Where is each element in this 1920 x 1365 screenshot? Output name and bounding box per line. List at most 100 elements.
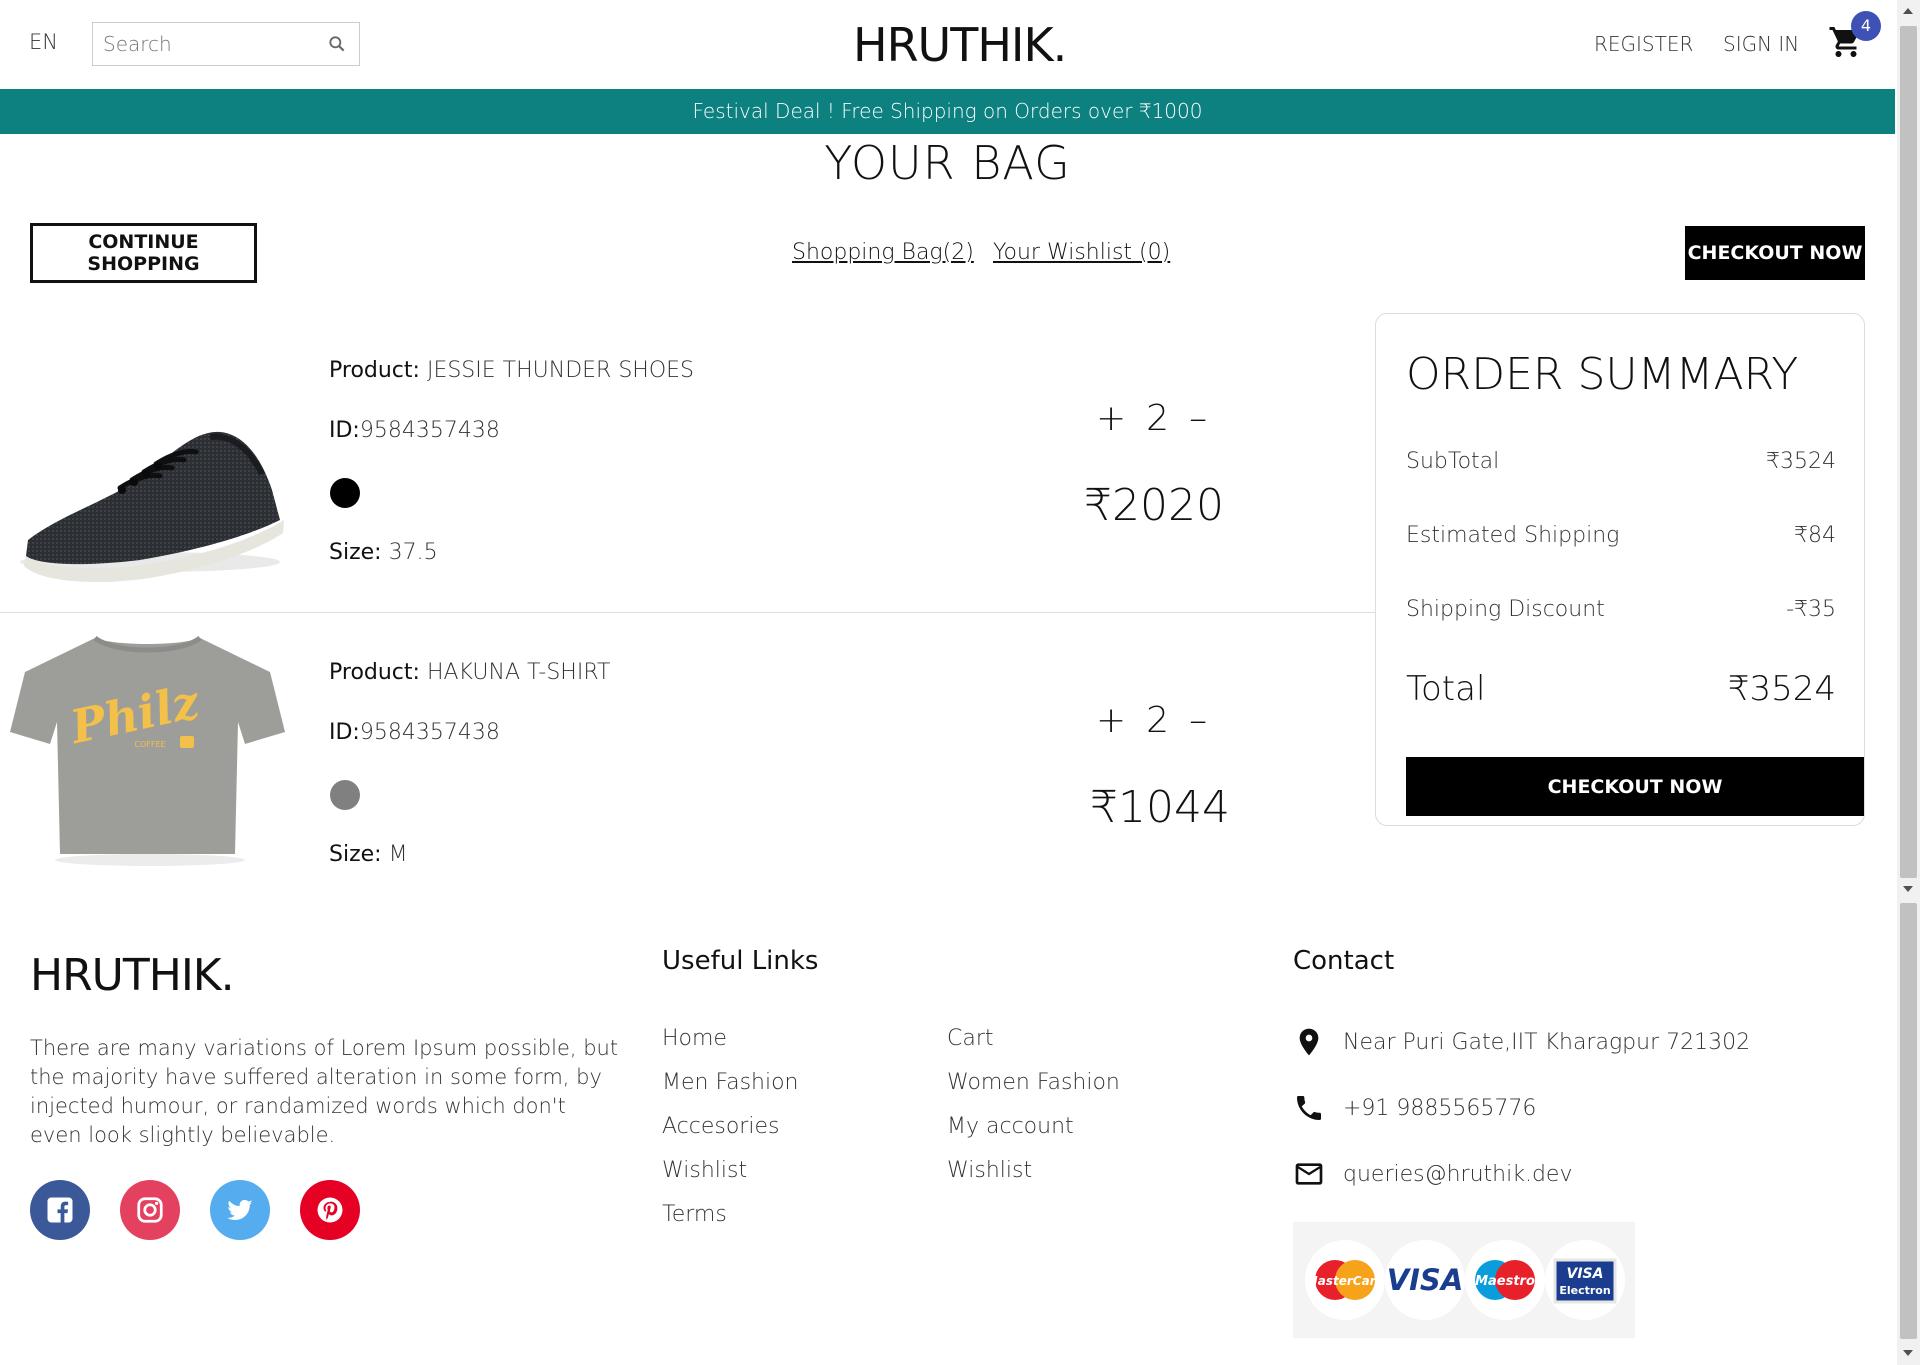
footer-logo: HRUTHIK. [30, 950, 235, 1001]
summary-discount-row: Shipping Discount -₹35 [1406, 597, 1836, 622]
maestro-logo: Maestro [1465, 1240, 1545, 1320]
instagram-icon [137, 1197, 163, 1223]
product-name: HAKUNA T-SHIRT [426, 660, 611, 685]
facebook-button[interactable] [30, 1180, 90, 1240]
footer-link-cart[interactable]: Cart [947, 1026, 994, 1051]
sign-in-link[interactable]: SIGN IN [1723, 32, 1799, 56]
visa-electron-logo: VISA Electron [1545, 1240, 1625, 1320]
twitter-button[interactable] [210, 1180, 270, 1240]
discount-label: Shipping Discount [1406, 597, 1605, 622]
brand-logo[interactable]: HRUTHIK. [853, 18, 1067, 72]
announcement-bar: Festival Deal ! Free Shipping on Orders … [0, 89, 1895, 134]
facebook-icon [47, 1197, 73, 1223]
summary-subtotal-row: SubTotal ₹3524 [1406, 449, 1836, 474]
subtotal-value: ₹3524 [1766, 449, 1836, 474]
quantity-stepper: +2– [1086, 398, 1217, 439]
subtotal-label: SubTotal [1406, 449, 1500, 474]
total-value: ₹3524 [1727, 669, 1836, 709]
search-icon[interactable] [327, 34, 347, 54]
product-id-label: ID: [329, 418, 360, 443]
search-input[interactable] [93, 23, 313, 65]
product-id: 9584357438 [359, 418, 500, 443]
footer-link-men-fashion[interactable]: Men Fashion [662, 1070, 799, 1095]
electron-text: Electron [1559, 1284, 1610, 1297]
register-link[interactable]: REGISTER [1594, 32, 1693, 56]
useful-links-heading: Useful Links [662, 946, 819, 976]
product-price: ₹1044 [1090, 782, 1230, 833]
shipping-value: ₹84 [1794, 523, 1836, 548]
wishlist-link[interactable]: Your Wishlist (0) [993, 240, 1170, 265]
product-label: Product: [329, 660, 420, 685]
phone-text[interactable]: +91 9885565776 [1343, 1096, 1536, 1121]
product-id: 9584357438 [359, 720, 500, 745]
tshirt-product-image[interactable]: Philz COFFEE [0, 632, 295, 872]
item-divider [0, 612, 1375, 613]
scroll-bottom-arrow-icon[interactable] [1903, 1350, 1913, 1356]
scrollbar[interactable] [1897, 0, 1920, 1365]
summary-total-row: Total ₹3524 [1406, 669, 1836, 709]
order-summary-title: ORDER SUMMARY [1406, 349, 1799, 400]
page: EN HRUTHIK. REGISTER SIGN IN 4 Festival … [0, 0, 1895, 1365]
footer-link-home[interactable]: Home [662, 1026, 727, 1051]
cart-count-badge: 4 [1851, 11, 1881, 41]
checkout-now-button-top[interactable]: CHECKOUT NOW [1685, 226, 1865, 280]
checkout-now-button[interactable]: CHECKOUT NOW [1406, 757, 1864, 816]
cart-item: Product: JESSIE THUNDER SHOES ID:9584357… [0, 330, 1370, 612]
decrease-quantity-button[interactable]: – [1189, 700, 1207, 741]
product-label: Product: [329, 358, 420, 383]
address-text: Near Puri Gate,IIT Kharagpur 721302 [1343, 1030, 1751, 1055]
shirt-print-subtext: COFFEE [134, 740, 165, 749]
cart-item: Philz COFFEE Product: HAKUNA T-SHIRT ID:… [0, 632, 1370, 914]
email-text[interactable]: queries@hruthik.dev [1343, 1162, 1572, 1187]
product-color-swatch [330, 478, 360, 508]
visa-logo: VISA [1385, 1240, 1465, 1320]
continue-shopping-button[interactable]: CONTINUE SHOPPING [30, 223, 257, 283]
scrollbar-thumb[interactable] [1900, 26, 1917, 878]
product-price: ₹2020 [1084, 480, 1224, 531]
contact-heading: Contact [1293, 946, 1395, 976]
visa-electron-text: VISA [1567, 1266, 1604, 1282]
payment-methods: MasterCard VISA Maestro VISA Electron [1293, 1222, 1635, 1338]
instagram-button[interactable] [120, 1180, 180, 1240]
product-size-label: Size: [329, 540, 382, 565]
footer-link-accesories[interactable]: Accesories [662, 1114, 779, 1139]
pinterest-button[interactable] [300, 1180, 360, 1240]
scrollbar-thumb-lower[interactable] [1900, 903, 1917, 1339]
increase-quantity-button[interactable]: + [1096, 700, 1126, 741]
summary-shipping-row: Estimated Shipping ₹84 [1406, 523, 1836, 548]
maestro-text: Maestro [1475, 1274, 1535, 1289]
footer-link-terms[interactable]: Terms [662, 1202, 727, 1227]
footer-link-my-account[interactable]: My account [947, 1114, 1074, 1139]
decrease-quantity-button[interactable]: – [1189, 398, 1207, 439]
discount-value: -₹35 [1786, 597, 1836, 622]
scroll-up-arrow-icon[interactable] [1903, 8, 1913, 14]
quantity-value: 2 [1146, 398, 1170, 439]
product-size: M [388, 842, 408, 867]
visa-text: VISA [1387, 1263, 1464, 1297]
product-id-label: ID: [329, 720, 360, 745]
phone-icon [1297, 1096, 1321, 1120]
footer-link-wishlist-2[interactable]: Wishlist [947, 1158, 1032, 1183]
mastercard-text: MasterCard [1306, 1274, 1385, 1288]
pinterest-icon [317, 1197, 343, 1223]
language-selector[interactable]: EN [29, 30, 58, 54]
shoe-product-image[interactable] [0, 370, 295, 610]
quantity-value: 2 [1146, 700, 1170, 741]
location-pin-icon [1299, 1028, 1319, 1056]
product-size: 37.5 [388, 540, 438, 565]
product-name: JESSIE THUNDER SHOES [426, 358, 695, 383]
navbar: EN HRUTHIK. REGISTER SIGN IN 4 [0, 0, 1895, 89]
increase-quantity-button[interactable]: + [1096, 398, 1126, 439]
shopping-bag-link[interactable]: Shopping Bag(2) [792, 240, 974, 265]
mail-icon [1295, 1163, 1323, 1185]
search-box [92, 22, 360, 66]
page-title: YOUR BAG [824, 136, 1071, 190]
order-summary: ORDER SUMMARY SubTotal ₹3524 Estimated S… [1375, 313, 1865, 826]
footer-link-women-fashion[interactable]: Women Fashion [947, 1070, 1120, 1095]
quantity-stepper: +2– [1086, 700, 1217, 741]
product-size-label: Size: [329, 842, 382, 867]
mastercard-logo: MasterCard [1305, 1240, 1385, 1320]
footer-link-wishlist[interactable]: Wishlist [662, 1158, 747, 1183]
scroll-down-arrow-icon[interactable] [1903, 886, 1913, 892]
shipping-label: Estimated Shipping [1406, 523, 1620, 548]
